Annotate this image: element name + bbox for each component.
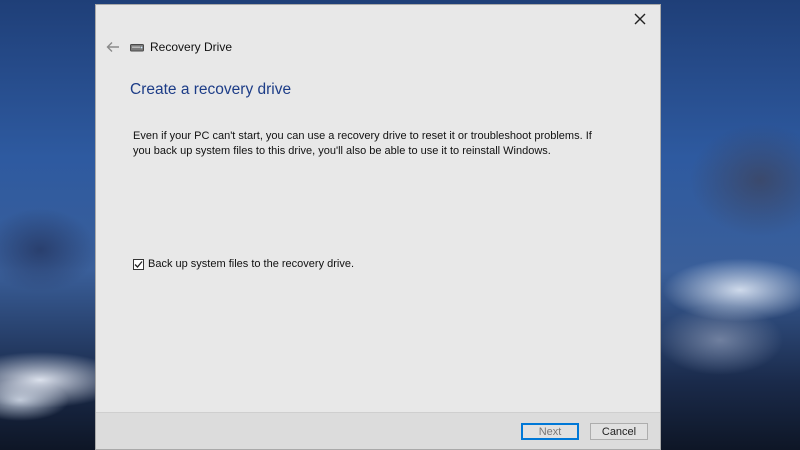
backup-checkbox[interactable] xyxy=(133,258,144,270)
backup-checkbox-label[interactable]: Back up system files to the recovery dri… xyxy=(148,258,354,270)
title-bar: Recovery Drive xyxy=(104,37,232,57)
dialog-footer: Next Cancel xyxy=(96,412,660,449)
next-button[interactable]: Next xyxy=(521,423,579,440)
cancel-button[interactable]: Cancel xyxy=(590,423,648,440)
back-arrow-icon xyxy=(106,42,119,52)
description-line-1: Even if your PC can't start, you can use… xyxy=(133,130,592,142)
description-text: Even if your PC can't start, you can use… xyxy=(133,129,603,159)
window-title: Recovery Drive xyxy=(150,40,233,54)
drive-icon xyxy=(130,42,144,52)
close-icon xyxy=(634,13,646,25)
page-heading: Create a recovery drive xyxy=(130,81,292,98)
backup-system-files-option[interactable]: Back up system files to the recovery dri… xyxy=(133,258,354,270)
description-line-2: you back up system files to this drive, … xyxy=(133,145,551,157)
checkmark-icon xyxy=(134,260,143,268)
back-button[interactable] xyxy=(104,38,122,56)
recovery-drive-dialog: Recovery Drive Create a recovery drive E… xyxy=(95,4,661,450)
close-button[interactable] xyxy=(626,7,654,31)
